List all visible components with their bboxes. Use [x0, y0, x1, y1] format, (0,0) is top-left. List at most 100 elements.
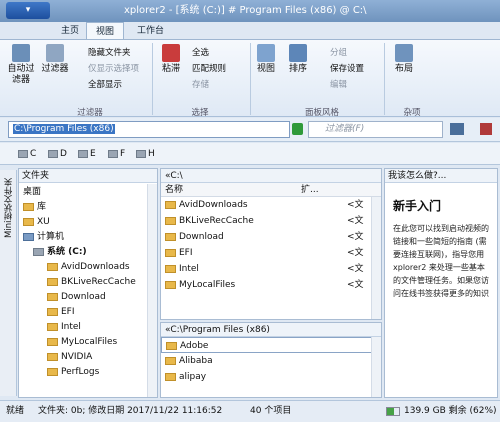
auto-filter-button[interactable]: 自动过滤器: [4, 44, 38, 86]
drive-icon: [33, 247, 44, 256]
drive-h[interactable]: H: [136, 148, 155, 160]
folder-icon: [47, 277, 58, 286]
match-rule-item[interactable]: 匹配规则: [192, 62, 226, 74]
filter-button[interactable]: 过滤器: [40, 44, 70, 75]
divider: [384, 43, 385, 115]
divider: [250, 43, 251, 115]
drive-c[interactable]: C: [18, 148, 36, 160]
filter-icon: [46, 44, 64, 62]
tree-item[interactable]: PerfLogs: [47, 365, 99, 380]
filter-input[interactable]: 过滤器(F): [308, 121, 443, 138]
filter-icon: [12, 44, 30, 62]
select-all-item[interactable]: 全选: [192, 46, 209, 58]
sticky-button[interactable]: 粘滞: [158, 44, 184, 75]
tree-item[interactable]: Intel: [47, 320, 81, 335]
tree-item[interactable]: MyLocalFiles: [47, 335, 117, 350]
file-row[interactable]: Alibaba: [161, 353, 381, 369]
pane-scrollbar[interactable]: [371, 197, 381, 319]
pane-path-tab[interactable]: «C:\Program Files (x86): [161, 323, 381, 337]
hide-folders-item[interactable]: 隐藏文件夹: [88, 46, 131, 58]
view-icon: [257, 44, 275, 62]
status-free: 139.9 GB 剩余 (62%): [404, 406, 497, 416]
help-body: 在此您可以找到启动视频的链接和一些简短的指南 (需要连接互联网)，指导您用 xp…: [393, 224, 489, 298]
folder-icon: [47, 307, 58, 316]
left-pane: «C:\ 名称 扩... AvidDownloads <文 BKLiveRecCa…: [160, 168, 382, 320]
tree-item[interactable]: BKLiveRecCache: [47, 275, 136, 290]
status-bar: 就绪 文件夹: 0b; 修改日期 2017/11/22 11:16:52 40 …: [0, 400, 500, 422]
file-row[interactable]: alipay: [161, 369, 381, 385]
drive-icon: [78, 149, 88, 158]
layout-button[interactable]: 布局: [392, 44, 416, 75]
folder-icon: [165, 264, 176, 273]
address-input[interactable]: C:\Program Files (x86): [8, 121, 290, 138]
view-button[interactable]: 视图: [254, 44, 278, 75]
tab-view[interactable]: 视图: [86, 22, 125, 40]
tree-scrollbar[interactable]: [147, 184, 157, 397]
file-row[interactable]: MyLocalFiles <文: [161, 277, 381, 293]
folder-icon: [165, 248, 176, 257]
edit-item[interactable]: 编辑: [330, 78, 347, 90]
file-row[interactable]: BKLiveRecCache <文: [161, 213, 381, 229]
drive-icon: [18, 149, 28, 158]
file-row[interactable]: AvidDownloads <文: [161, 197, 381, 213]
folder-icon: [165, 372, 176, 381]
drive-f[interactable]: F: [108, 148, 125, 160]
folder-icon: [165, 216, 176, 225]
tab-workbench[interactable]: 工作台: [128, 22, 173, 40]
tree-item[interactable]: 桌面: [23, 185, 41, 200]
folder-icon: [23, 202, 34, 211]
close-icon[interactable]: [480, 123, 492, 135]
file-row[interactable]: EFI <文: [161, 245, 381, 261]
drive-e[interactable]: E: [78, 148, 96, 160]
group-item[interactable]: 分组: [330, 46, 347, 58]
file-row[interactable]: Download <文: [161, 229, 381, 245]
group-select: 选择: [191, 108, 209, 118]
tree-item[interactable]: 计算机: [23, 230, 64, 245]
folder-tree: 文件夹 桌面 库 XU 计算机 系统 (C:) AvidDownloads BK…: [18, 168, 158, 398]
drive-bar: C D E F H: [0, 143, 500, 165]
app-menu-button[interactable]: ▾: [6, 2, 50, 19]
tree-item[interactable]: XU: [23, 215, 50, 230]
tab-home[interactable]: 主页: [52, 22, 88, 40]
tree-item[interactable]: EFI: [47, 305, 75, 320]
file-row[interactable]: Adobe: [161, 337, 381, 353]
filter-icon[interactable]: [450, 123, 464, 135]
folder-icon: [47, 367, 58, 376]
drive-d[interactable]: D: [48, 148, 67, 160]
go-arrow-icon[interactable]: [292, 123, 303, 135]
tree-item[interactable]: NVIDIA: [47, 350, 92, 365]
folder-icon: [47, 262, 58, 271]
show-all-item[interactable]: 全部显示: [88, 78, 122, 90]
status-info: 文件夹: 0b; 修改日期 2017/11/22 11:16:52: [38, 406, 223, 416]
column-header: 名称 扩...: [161, 183, 381, 197]
group-misc: 杂项: [403, 108, 421, 118]
sort-icon: [289, 44, 307, 62]
tree-item[interactable]: AvidDownloads: [47, 260, 130, 275]
status-count: 40 个项目: [250, 406, 292, 416]
save-settings-item[interactable]: 保存设置: [330, 62, 364, 74]
mini-tree-tab[interactable]: Mini树状文件夹: [0, 170, 17, 396]
folder-icon: [166, 341, 177, 350]
layout-icon: [395, 44, 413, 62]
tree-item[interactable]: 库: [23, 200, 46, 215]
file-row[interactable]: Intel <文: [161, 261, 381, 277]
folder-icon: [47, 337, 58, 346]
status-ready: 就绪: [6, 406, 25, 416]
folder-icon: [47, 352, 58, 361]
folder-icon: [165, 232, 176, 241]
help-title: 新手入门: [393, 199, 442, 213]
flag-icon: [162, 44, 180, 62]
tree-item[interactable]: Download: [47, 290, 106, 305]
pane-scrollbar[interactable]: [371, 337, 381, 397]
tree-item[interactable]: 系统 (C:): [33, 245, 87, 260]
computer-icon: [23, 232, 34, 241]
show-selected-item[interactable]: 仅显示选择项: [88, 62, 139, 74]
sort-button[interactable]: 排序: [286, 44, 310, 75]
address-bar: C:\Program Files (x86) 过滤器(F): [0, 118, 500, 142]
window-title: xplorer2 - [系统 (C:)] # Program Files (x8…: [124, 5, 367, 16]
col-ext[interactable]: 扩...: [301, 183, 319, 197]
group-filter: 过滤器: [77, 108, 103, 118]
col-name[interactable]: 名称: [165, 183, 183, 197]
pane-path-tab[interactable]: «C:\: [161, 169, 381, 183]
store-item[interactable]: 存储: [192, 78, 209, 90]
